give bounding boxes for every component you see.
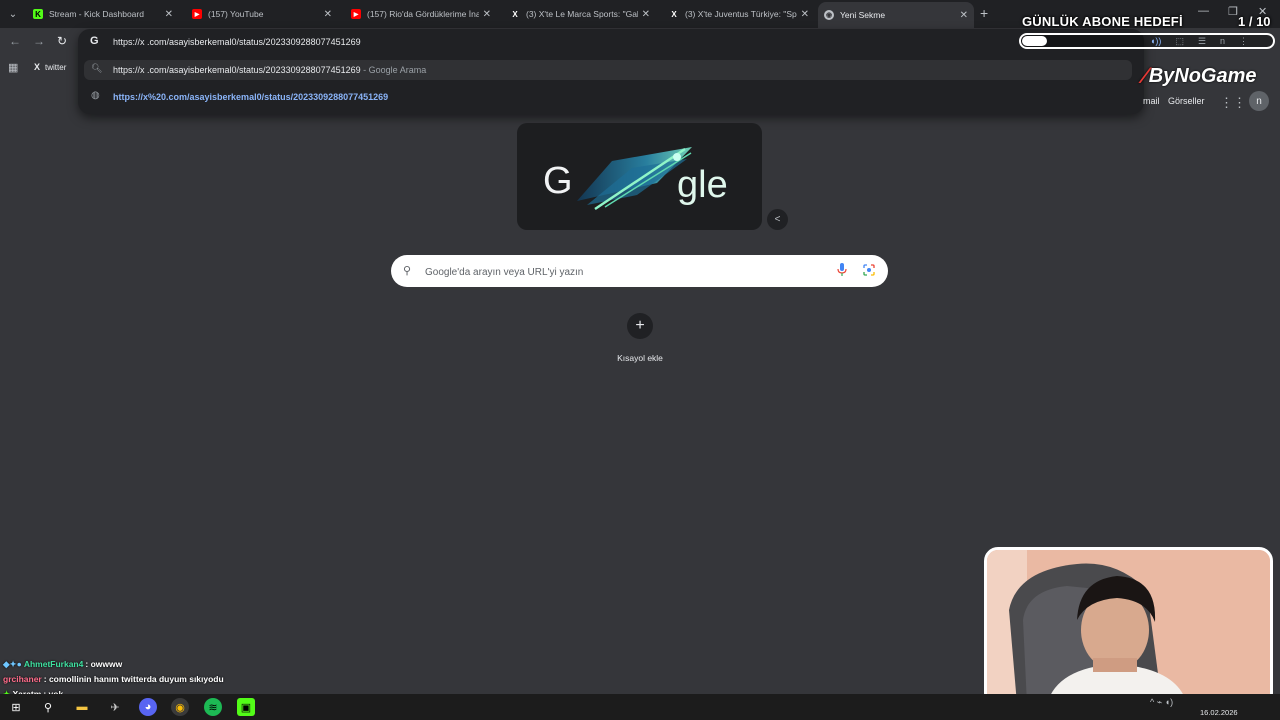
toolbar-icons: ◖)) ⬚ ☰ n ⋮	[1150, 36, 1248, 47]
bynogame-text: ByNoGame	[1148, 64, 1257, 87]
webcam-feed	[984, 547, 1273, 707]
suggestion-url-text: https://x%20.com/asayisberkemal0/status/…	[113, 92, 389, 102]
restore-icon[interactable]: ❐	[1228, 5, 1238, 18]
tab-x-marca[interactable]: X (3) X'te Le Marca Sports: "Galat ✕	[504, 3, 656, 25]
doodle-letter-g: G	[543, 160, 573, 202]
bookmark-label: twitter	[45, 62, 67, 72]
google-search-box[interactable]: ⚲	[391, 255, 888, 287]
add-shortcut-label: Kısayol ekle	[617, 353, 663, 363]
search-input[interactable]	[423, 262, 807, 282]
taskbar	[0, 694, 1280, 720]
tab-title: Stream - Kick Dashboard	[49, 9, 144, 19]
suggestion-url[interactable]: ◍ https://x%20.com/asayisberkemal0/statu…	[84, 87, 684, 107]
x-icon: X	[34, 62, 41, 72]
goal-count: 1 / 10	[1238, 14, 1271, 29]
search-icon: 🔍︎	[91, 63, 103, 73]
suggestion-suffix: - Google Arama	[360, 65, 427, 75]
kick-icon: K	[33, 9, 43, 19]
spotify-icon[interactable]: ≋	[204, 698, 222, 716]
apps-grid-icon[interactable]: ▦	[8, 61, 18, 74]
chrome-icon[interactable]: ◉	[171, 698, 189, 716]
youtube-icon: ▶	[192, 9, 202, 19]
chat-text: owwww	[90, 659, 123, 669]
tab-close-icon[interactable]: ✕	[960, 10, 968, 21]
microphone-icon[interactable]	[837, 263, 847, 277]
search-icon: ⚲	[403, 265, 412, 277]
search-icon[interactable]: ⚲	[39, 698, 57, 716]
tab-search-icon[interactable]: ⌄	[4, 5, 22, 23]
chat-text: comollinin hanım twitterda duyum sıkıyod…	[48, 674, 224, 684]
tab-close-icon[interactable]: ✕	[642, 9, 650, 20]
tab-youtube-rio[interactable]: ▶ (157) Rio'da Gördüklerime İnan ✕	[345, 3, 497, 25]
tab-title: (3) X'te Juventus Türkiye: "Spale	[685, 9, 797, 19]
tab-title: Yeni Sekme	[840, 10, 886, 20]
google-g-icon: G	[90, 35, 99, 47]
file-explorer-icon[interactable]: ▬	[73, 698, 91, 716]
bynogame-mark-icon: ⁄	[1143, 63, 1147, 88]
gmail-link[interactable]: mail	[1143, 96, 1160, 106]
x-icon: X	[512, 9, 518, 19]
reading-list-icon[interactable]: ☰	[1198, 36, 1206, 47]
tab-title: (3) X'te Le Marca Sports: "Galat	[526, 9, 638, 19]
suggestion-query: https://x .com/asayisberkemal0/status/20…	[113, 65, 361, 75]
reload-icon[interactable]: ↻	[57, 34, 67, 48]
profile-icon[interactable]: n	[1220, 36, 1225, 47]
share-icon[interactable]: <	[767, 209, 788, 230]
chat-message: ◆✦● AhmetFurkan4: owwww	[3, 659, 123, 669]
address-bar[interactable]: https://x .com/asayisberkemal0/status/20…	[113, 37, 361, 47]
globe-icon: ◍	[91, 90, 100, 101]
badge-icon: ◆✦●	[3, 659, 22, 669]
extensions-icon[interactable]: ⬚	[1175, 36, 1184, 47]
app-icon[interactable]: ▣	[237, 698, 255, 716]
chat-username: grcihaner	[3, 674, 42, 684]
new-tab-button[interactable]: +	[980, 5, 988, 21]
goal-title: GÜNLÜK ABONE HEDEFİ	[1022, 14, 1183, 29]
back-icon[interactable]: ←	[9, 34, 21, 48]
add-shortcut-button[interactable]: +	[627, 313, 653, 339]
tab-x-juventus[interactable]: X (3) X'te Juventus Türkiye: "Spale ✕	[663, 3, 815, 25]
tab-title: (157) YouTube	[208, 9, 264, 19]
minimize-icon[interactable]: —	[1198, 5, 1209, 17]
tab-close-icon[interactable]: ✕	[324, 9, 332, 20]
tab-youtube[interactable]: ▶ (157) YouTube ✕	[186, 3, 338, 25]
doodle-letters-gle: gle	[677, 164, 728, 206]
bynogame-logo: ⁄ ByNoGame	[1143, 63, 1257, 89]
webcam-image	[987, 550, 1270, 704]
tab-close-icon[interactable]: ✕	[483, 9, 491, 20]
audio-icon[interactable]: ◖))	[1150, 36, 1161, 47]
goal-progress-fill	[1022, 36, 1047, 46]
system-tray: ^ ⌁ ◖)	[1150, 697, 1174, 707]
chat-message: grcihaner: comollinin hanım twitterda du…	[3, 674, 224, 684]
discord-icon[interactable]: ◕	[139, 698, 157, 716]
avatar[interactable]: n	[1249, 91, 1269, 111]
forward-icon[interactable]: →	[33, 34, 45, 48]
app-icon[interactable]: ✈	[106, 698, 124, 716]
chrome-icon: ◉	[824, 10, 834, 20]
images-link[interactable]: Görseller	[1168, 96, 1205, 106]
menu-icon[interactable]: ⋮	[1239, 36, 1248, 47]
google-lens-icon[interactable]	[863, 264, 875, 276]
windows-start-icon[interactable]: ⊞	[7, 698, 25, 716]
tab-new-tab[interactable]: ◉ Yeni Sekme ✕	[818, 2, 974, 28]
doodle-art: G gle	[543, 147, 728, 211]
tab-close-icon[interactable]: ✕	[801, 9, 809, 20]
tab-title: (157) Rio'da Gördüklerime İnan	[367, 9, 479, 19]
suggestion-search[interactable]: 🔍︎ https://x .com/asayisberkemal0/status…	[84, 60, 1132, 80]
youtube-icon: ▶	[351, 9, 361, 19]
tab-close-icon[interactable]: ✕	[165, 9, 173, 20]
suggestion-text: https://x .com/asayisberkemal0/status/20…	[113, 65, 426, 75]
bookmark-twitter[interactable]: X twitter	[34, 59, 66, 75]
x-icon: X	[671, 9, 677, 19]
tab-kick-dashboard[interactable]: K Stream - Kick Dashboard ✕	[27, 3, 179, 25]
taskbar-date: 16.02.2026	[1200, 708, 1238, 717]
google-doodle[interactable]: G gle	[517, 123, 762, 230]
chat-username: AhmetFurkan4	[23, 659, 84, 669]
